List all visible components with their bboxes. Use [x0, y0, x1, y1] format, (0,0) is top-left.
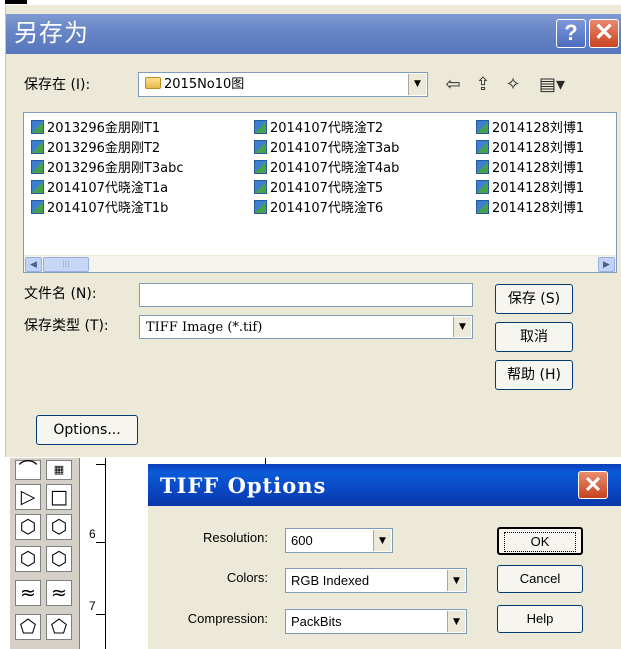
window-edge-mark — [5, 0, 27, 4]
image-file-icon — [254, 120, 267, 134]
hexagon-tool-icon[interactable]: ⬡ — [46, 514, 72, 540]
colors-label: Colors: — [226, 570, 268, 585]
resolution-value: 600 — [291, 533, 313, 548]
new-folder-icon[interactable]: ✧ — [502, 75, 524, 95]
image-file-icon — [254, 200, 267, 214]
save-in-value: 2015No10图 — [145, 76, 244, 93]
heptagon-tool-icon[interactable]: ⬡ — [15, 546, 41, 572]
image-file-icon — [31, 140, 44, 154]
list-item[interactable]: 2014128刘博1 — [476, 179, 584, 199]
title-help-button[interactable]: ? — [556, 19, 586, 48]
triangle-tool-icon[interactable]: ▷ — [15, 484, 41, 510]
compression-value: PackBits — [291, 614, 342, 629]
image-file-icon — [31, 120, 44, 134]
ruler-tick — [96, 464, 106, 465]
ruler-number: 7 — [89, 599, 96, 613]
folder-name: 2015No10图 — [164, 77, 245, 92]
file-list[interactable]: 2013296金朋刚T1 2013296金朋刚T2 2013296金朋刚T3ab… — [23, 112, 617, 273]
colors-select[interactable]: RGB Indexed ▼ — [285, 568, 467, 593]
ruler-number: 6 — [89, 527, 96, 541]
image-file-icon — [31, 160, 44, 174]
list-item[interactable]: 2014107代晓淦T3ab — [254, 139, 399, 159]
save-in-combo[interactable]: 2015No10图 ▼ — [138, 72, 428, 97]
list-item[interactable]: 2014107代晓淦T5 — [254, 179, 383, 199]
octagon-tool-icon[interactable]: ⬡ — [46, 546, 72, 572]
save-type-combo[interactable]: TIFF Image (*.tif) ▼ — [139, 315, 473, 339]
image-file-icon — [31, 180, 44, 194]
scroll-thumb[interactable]: ||| — [43, 257, 89, 272]
curve-tool-icon[interactable]: ≈ — [46, 580, 72, 606]
image-file-icon — [254, 160, 267, 174]
image-file-icon — [476, 120, 489, 134]
compression-dropdown-arrow[interactable]: ▼ — [447, 611, 465, 632]
options-button[interactable]: Options... — [36, 415, 138, 445]
rectangle-tool-icon[interactable]: □ — [46, 484, 72, 510]
list-item[interactable]: 2014128刘博1 — [476, 199, 584, 219]
pointer-tool-icon[interactable]: ▦ — [46, 460, 72, 480]
save-as-dialog: 另存为 ? ✕ 保存在 (I): 2015No10图 ▼ ⇦ ⇪ ✧ ▤▾ 20… — [5, 5, 621, 457]
image-file-icon — [254, 180, 267, 194]
filename-label: 文件名 (N): — [24, 286, 97, 302]
save-type-label: 保存类型 (T): — [24, 318, 109, 334]
colors-value: RGB Indexed — [291, 573, 370, 588]
list-item[interactable]: 2014128刘博1 — [476, 139, 584, 159]
title-close-button[interactable]: ✕ — [589, 19, 619, 48]
list-item[interactable]: 2013296金朋刚T3abc — [31, 159, 183, 179]
polygon-tool-icon[interactable]: ⬠ — [15, 614, 41, 640]
arc-tool-icon[interactable]: ⌒ — [15, 460, 41, 480]
list-item[interactable]: 2014107代晓淦T1a — [31, 179, 168, 199]
resolution-select[interactable]: 600 ▼ — [285, 528, 393, 553]
list-item[interactable]: 2014107代晓淦T1b — [31, 199, 168, 219]
vertical-ruler: 6 7 — [82, 458, 106, 649]
list-item[interactable]: 2013296金朋刚T1 — [31, 119, 160, 139]
save-type-dropdown-arrow[interactable]: ▼ — [453, 317, 471, 337]
tiff-cancel-button[interactable]: Cancel — [497, 565, 583, 593]
filename-input[interactable] — [139, 283, 473, 307]
scroll-left-button[interactable]: ◀ — [25, 257, 42, 272]
up-folder-icon[interactable]: ⇪ — [472, 75, 494, 95]
image-file-icon — [31, 200, 44, 214]
image-file-icon — [476, 160, 489, 174]
help-button[interactable]: 帮助 (H) — [495, 360, 573, 390]
list-item[interactable]: 2013296金朋刚T2 — [31, 139, 160, 159]
resolution-dropdown-arrow[interactable]: ▼ — [373, 530, 391, 551]
compression-select[interactable]: PackBits ▼ — [285, 609, 467, 634]
save-button[interactable]: 保存 (S) — [495, 284, 573, 314]
save-in-dropdown-arrow[interactable]: ▼ — [408, 74, 426, 95]
cancel-button[interactable]: 取消 — [495, 322, 573, 352]
folder-icon — [145, 77, 161, 89]
scroll-right-button[interactable]: ▶ — [598, 257, 615, 272]
list-item[interactable]: 2014107代晓淦T4ab — [254, 159, 399, 179]
ruler-tick — [96, 614, 106, 615]
pentagon-tool-icon[interactable]: ⬡ — [15, 514, 41, 540]
back-arrow-icon[interactable]: ⇦ — [442, 75, 464, 95]
image-file-icon — [254, 140, 267, 154]
list-item[interactable]: 2014107代晓淦T2 — [254, 119, 383, 139]
image-file-icon — [476, 180, 489, 194]
save-in-label: 保存在 (I): — [24, 77, 91, 93]
ok-button[interactable]: OK — [497, 527, 583, 555]
ruler-tick — [96, 542, 106, 543]
compression-label: Compression: — [187, 611, 268, 626]
list-item[interactable]: 2014128刘博1 — [476, 119, 584, 139]
dialog-title: 另存为 — [14, 19, 89, 47]
tiff-close-button[interactable]: ✕ — [578, 471, 608, 499]
screen: 另存为 ? ✕ 保存在 (I): 2015No10图 ▼ ⇦ ⇪ ✧ ▤▾ 20… — [0, 0, 621, 649]
tiff-title-bar[interactable]: TIFF Options ✕ — [148, 464, 621, 506]
tool-palette: ⌒ ▦ ▷ □ ⬡ ⬡ ⬡ ⬡ ≈ ≈ ⬠ ⬠ — [10, 458, 80, 649]
save-as-title-bar[interactable]: 另存为 ? ✕ — [6, 14, 621, 54]
tiff-dialog-title: TIFF Options — [160, 473, 327, 498]
resolution-label: Resolution: — [202, 530, 268, 545]
shield-tool-icon[interactable]: ⬠ — [46, 614, 72, 640]
list-item[interactable]: 2014107代晓淦T6 — [254, 199, 383, 219]
view-menu-icon[interactable]: ▤▾ — [534, 75, 570, 95]
colors-dropdown-arrow[interactable]: ▼ — [447, 570, 465, 591]
wave-tool-icon[interactable]: ≈ — [15, 580, 41, 606]
horizontal-scrollbar[interactable]: ◀ ||| ▶ — [24, 255, 616, 272]
image-file-icon — [476, 200, 489, 214]
tiff-options-dialog: TIFF Options ✕ Resolution: 600 ▼ Colors:… — [148, 464, 621, 649]
list-item[interactable]: 2014128刘博1 — [476, 159, 584, 179]
tiff-help-button[interactable]: Help — [497, 605, 583, 633]
image-file-icon — [476, 140, 489, 154]
